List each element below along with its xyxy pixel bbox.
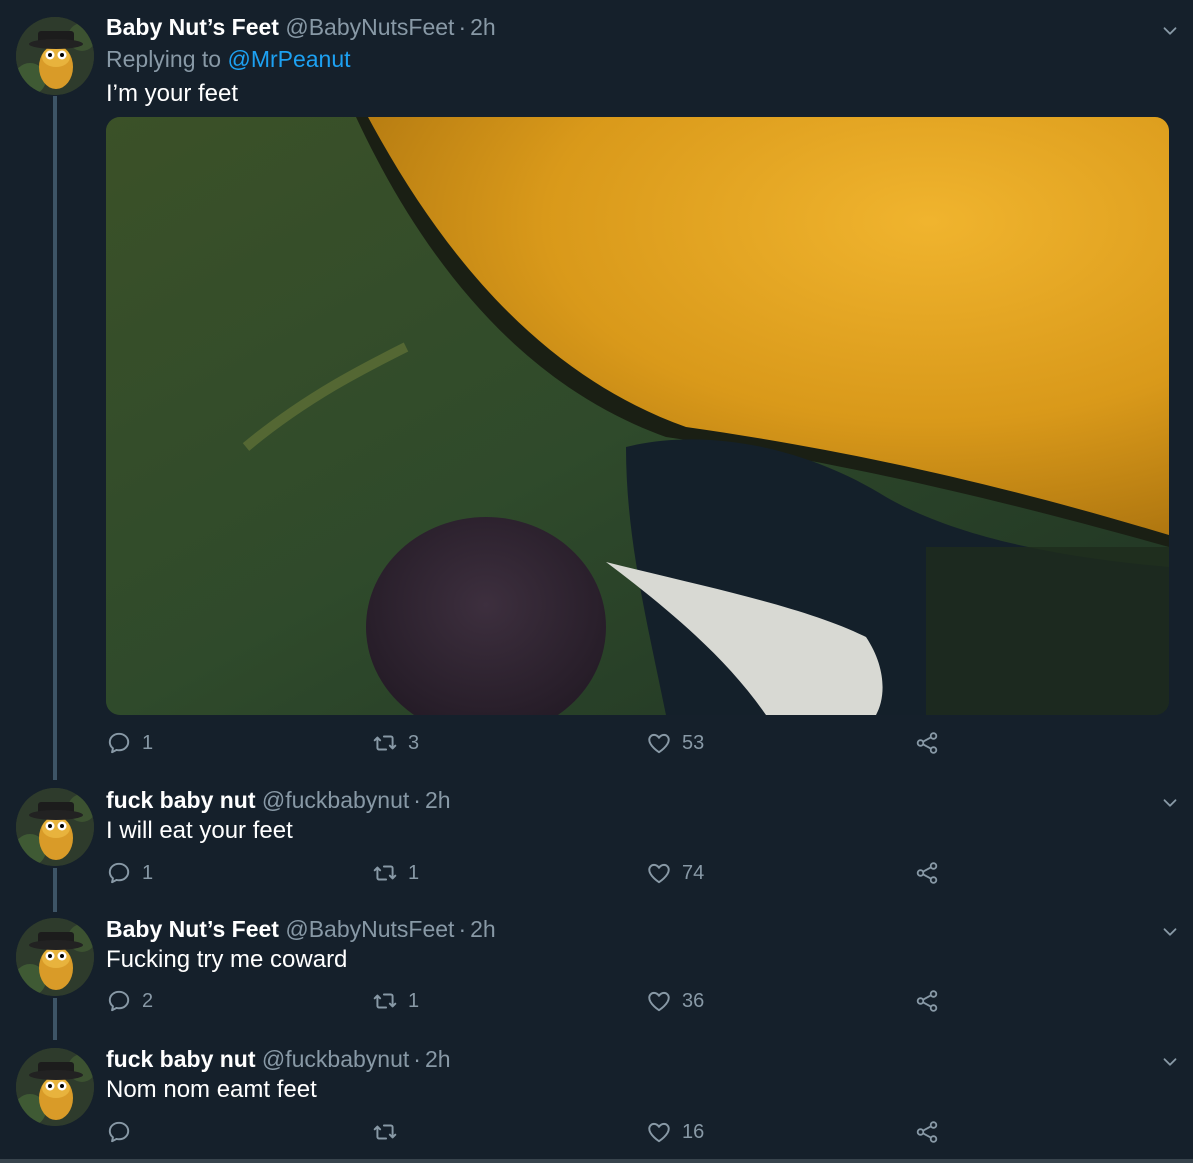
- separator: ·: [413, 1046, 421, 1072]
- separator: ·: [413, 787, 421, 813]
- share-button[interactable]: [914, 858, 940, 888]
- like-count: 53: [682, 731, 705, 754]
- chevron-down-icon[interactable]: [1159, 921, 1181, 943]
- display-name[interactable]: fuck baby nut: [106, 787, 256, 813]
- like-count: 16: [682, 1120, 705, 1143]
- chevron-down-icon[interactable]: [1159, 792, 1181, 814]
- retweet-button[interactable]: [372, 1117, 408, 1147]
- timestamp[interactable]: 2h: [470, 916, 496, 942]
- tweet[interactable]: Baby Nut’s Feet @BabyNutsFeet · 2h Replyin…: [0, 0, 1193, 780]
- timestamp[interactable]: 2h: [425, 787, 451, 813]
- retweet-icon: [372, 860, 398, 886]
- retweet-icon: [372, 730, 398, 756]
- tweet-header: fuck baby nut @fuckbabynut · 2h: [106, 1045, 451, 1073]
- like-button[interactable]: 53: [646, 728, 704, 758]
- reply-count: 1: [142, 861, 154, 884]
- replying-label: Replying to: [106, 46, 222, 72]
- display-name[interactable]: Baby Nut’s Feet: [106, 916, 279, 942]
- retweet-icon: [372, 988, 398, 1014]
- share-icon: [914, 1119, 940, 1145]
- reply-button[interactable]: 2: [106, 986, 153, 1016]
- tweet-text: I’m your feet: [106, 80, 239, 107]
- peanut-avatar-icon: [16, 918, 94, 996]
- share-icon: [914, 730, 940, 756]
- timestamp[interactable]: 2h: [425, 1046, 451, 1072]
- share-icon: [914, 988, 940, 1014]
- retweet-button[interactable]: 1: [372, 858, 419, 888]
- like-icon: [646, 730, 672, 756]
- retweet-count: 3: [408, 731, 420, 754]
- peanut-avatar-icon: [16, 1048, 94, 1126]
- peanut-avatar-icon: [16, 788, 94, 866]
- media-photo: [106, 117, 1169, 715]
- like-button[interactable]: 36: [646, 986, 704, 1016]
- reply-icon: [106, 730, 132, 756]
- user-handle[interactable]: @fuckbabynut: [262, 1046, 409, 1072]
- separator: ·: [458, 14, 467, 40]
- share-button[interactable]: [914, 986, 940, 1016]
- retweet-count: 1: [408, 861, 420, 884]
- reply-icon: [106, 988, 132, 1014]
- share-button[interactable]: [914, 1117, 940, 1147]
- timestamp[interactable]: 2h: [470, 14, 496, 40]
- like-icon: [646, 988, 672, 1014]
- retweet-count: 1: [408, 989, 420, 1012]
- reply-icon: [106, 1119, 132, 1145]
- tweet-actions: 16: [106, 1117, 956, 1147]
- tweet-header: Baby Nut’s Feet @BabyNutsFeet · 2h: [106, 13, 496, 41]
- reply-button[interactable]: 1: [106, 728, 153, 758]
- like-icon: [646, 1119, 672, 1145]
- display-name[interactable]: Baby Nut’s Feet: [106, 14, 279, 40]
- user-handle[interactable]: @fuckbabynut: [262, 787, 409, 813]
- retweet-button[interactable]: 3: [372, 728, 419, 758]
- avatar[interactable]: [16, 1048, 94, 1126]
- like-button[interactable]: 16: [646, 1117, 704, 1147]
- like-button[interactable]: 74: [646, 858, 704, 888]
- divider: [0, 1159, 1193, 1163]
- chevron-down-icon[interactable]: [1159, 1051, 1181, 1073]
- tweet-actions: 2 1 36: [106, 986, 956, 1016]
- reply-icon: [106, 860, 132, 886]
- avatar[interactable]: [16, 17, 94, 95]
- like-count: 74: [682, 861, 705, 884]
- tweet-actions: 1 1 74: [106, 858, 956, 888]
- tweet-media-image[interactable]: [106, 117, 1169, 715]
- replying-to: Replying to @MrPeanut: [106, 45, 351, 73]
- tweet[interactable]: fuck baby nut @fuckbabynut · 2h Nom nom ea…: [0, 1040, 1193, 1159]
- tweet-text: Nom nom eamt feet: [106, 1076, 317, 1103]
- separator: ·: [458, 916, 467, 942]
- tweet[interactable]: Baby Nut’s Feet @BabyNutsFeet · 2h Fucking…: [0, 910, 1193, 1040]
- like-icon: [646, 860, 672, 886]
- reply-button[interactable]: [106, 1117, 142, 1147]
- tweet-actions: 1 3 53: [106, 728, 956, 758]
- reply-button[interactable]: 1: [106, 858, 153, 888]
- display-name[interactable]: fuck baby nut: [106, 1046, 256, 1072]
- like-count: 36: [682, 989, 705, 1012]
- retweet-icon: [372, 1119, 398, 1145]
- user-handle[interactable]: @BabyNutsFeet: [285, 14, 454, 40]
- reply-count: 1: [142, 731, 154, 754]
- tweet-text: Fucking try me coward: [106, 946, 348, 973]
- avatar[interactable]: [16, 788, 94, 866]
- share-icon: [914, 860, 940, 886]
- tweet-text: I will eat your feet: [106, 817, 293, 844]
- share-button[interactable]: [914, 728, 940, 758]
- chevron-down-icon[interactable]: [1159, 20, 1181, 42]
- peanut-avatar-icon: [16, 17, 94, 95]
- tweet-header: fuck baby nut @fuckbabynut · 2h: [106, 786, 451, 814]
- tweet-header: Baby Nut’s Feet @BabyNutsFeet · 2h: [106, 915, 496, 943]
- user-handle[interactable]: @BabyNutsFeet: [285, 916, 454, 942]
- mention-link[interactable]: @MrPeanut: [227, 46, 350, 72]
- retweet-button[interactable]: 1: [372, 986, 419, 1016]
- avatar[interactable]: [16, 918, 94, 996]
- tweet[interactable]: fuck baby nut @fuckbabynut · 2h I will eat…: [0, 780, 1193, 910]
- reply-count: 2: [142, 989, 154, 1012]
